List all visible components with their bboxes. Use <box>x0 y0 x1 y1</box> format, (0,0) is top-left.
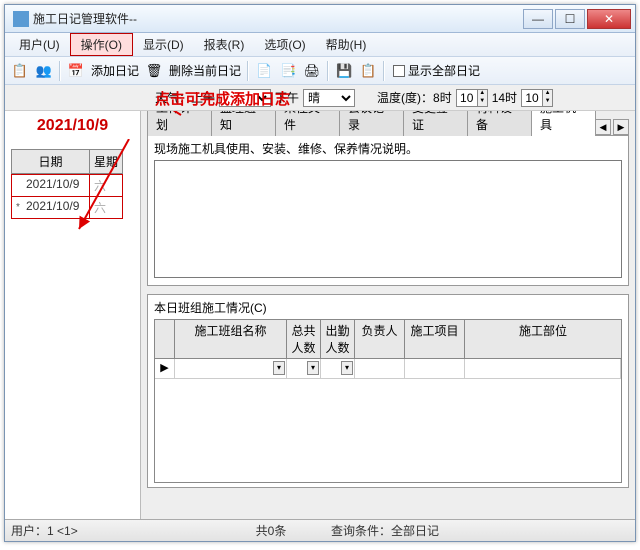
tab-supervise[interactable]: 监理通知 <box>211 111 276 136</box>
main-area: 2021/10/9 日期 星期 2021/10/9 六 *2021/10/9 六 <box>5 111 635 519</box>
date-grid: 日期 星期 2021/10/9 六 *2021/10/9 六 <box>11 149 134 219</box>
date-row[interactable]: *2021/10/9 六 <box>11 197 134 219</box>
panel1-title: 现场施工机具使用、安装、维修、保养情况说明。 <box>154 140 622 157</box>
tab-next-button[interactable]: ▶ <box>613 119 629 135</box>
current-date-display: 2021/10/9 <box>5 111 140 143</box>
tabs: 工作计划 监理通知 来往文件 会议记录 变更签证 材料设备 施工机具 ◀ ▶ <box>141 111 635 135</box>
toolbar: 📋 👥 📅 添加日记 🗑 删除当前日记 📄 📑 🖨 💾 📋 显示全部日记 <box>5 57 635 85</box>
delete-diary-label[interactable]: 删除当前日记 <box>167 62 243 79</box>
tool-icon-3[interactable]: 📅 <box>65 60 87 82</box>
tool-icon-4[interactable]: 📄 <box>253 60 275 82</box>
spinner-icon[interactable]: ▾ <box>341 361 353 375</box>
menu-options[interactable]: 选项(O) <box>254 34 315 55</box>
temp-14-spinner[interactable]: ▲▼ <box>521 89 553 107</box>
tool-icon-2[interactable]: 👥 <box>33 60 55 82</box>
show-all-label: 显示全部日记 <box>408 62 480 79</box>
window-buttons: — ☐ ✕ <box>523 9 631 29</box>
col-date: 日期 <box>11 149 89 174</box>
right-pane: 工作计划 监理通知 来往文件 会议记录 变更签证 材料设备 施工机具 ◀ ▶ 现… <box>141 111 635 519</box>
machinery-panel: 现场施工机具使用、安装、维修、保养情况说明。 <box>147 135 629 286</box>
menu-help[interactable]: 帮助(H) <box>316 34 377 55</box>
tool-icon-7[interactable]: 💾 <box>333 60 355 82</box>
tool-icon-1[interactable]: 📋 <box>9 60 31 82</box>
tab-meeting[interactable]: 会议记录 <box>339 111 404 136</box>
separator <box>383 61 385 81</box>
show-all-checkbox[interactable]: 显示全部日记 <box>389 62 484 79</box>
tab-nav: ◀ ▶ <box>595 119 635 135</box>
crew-panel: 本日班组施工情况(C) 施工班组名称 总共人数 出勤人数 负责人 施工项目 施工… <box>147 294 629 488</box>
tool-icon-8[interactable]: 📋 <box>357 60 379 82</box>
statusbar: 用户：1 <1> 共0条 查询条件：全部日记 <box>5 519 635 541</box>
crew-grid-body[interactable]: ▶ ▾ ▾ ▾ <box>154 359 622 483</box>
menu-user[interactable]: 用户(U) <box>9 34 70 55</box>
tab-prev-button[interactable]: ◀ <box>595 119 611 135</box>
weather-bar: 天气：上午 下午 晴 温度(度)：8时 ▲▼ 14时 ▲▼ 点击可完成添加日志 <box>5 85 635 111</box>
weather-label: 天气：上午 <box>155 89 215 106</box>
checkbox-icon <box>393 65 405 77</box>
menu-report[interactable]: 报表(R) <box>194 34 255 55</box>
weather-pm-label: 下午 <box>275 89 299 106</box>
crew-grid-header: 施工班组名称 总共人数 出勤人数 负责人 施工项目 施工部位 <box>154 319 622 359</box>
temp-14-label: 14时 <box>492 89 517 106</box>
status-user: 用户：1 <1> <box>11 522 211 539</box>
spinner-icon[interactable]: ▾ <box>307 361 319 375</box>
menu-operate[interactable]: 操作(O) <box>70 33 133 56</box>
app-icon <box>13 11 29 27</box>
tab-plan[interactable]: 工作计划 <box>147 111 212 136</box>
close-button[interactable]: ✕ <box>587 9 631 29</box>
weather-pm-select[interactable]: 晴 <box>303 89 355 107</box>
left-pane: 2021/10/9 日期 星期 2021/10/9 六 *2021/10/9 六 <box>5 111 141 519</box>
app-window: 施工日记管理软件-- — ☐ ✕ 用户(U) 操作(O) 显示(D) 报表(R)… <box>4 4 636 542</box>
tab-machinery[interactable]: 施工机具 <box>531 111 596 136</box>
menu-display[interactable]: 显示(D) <box>133 34 194 55</box>
separator <box>59 61 61 81</box>
col-weekday: 星期 <box>89 149 123 174</box>
tab-change[interactable]: 变更签证 <box>403 111 468 136</box>
tool-icon-5[interactable]: 📑 <box>277 60 299 82</box>
maximize-button[interactable]: ☐ <box>555 9 585 29</box>
temp-8-spinner[interactable]: ▲▼ <box>456 89 488 107</box>
titlebar: 施工日记管理软件-- — ☐ ✕ <box>5 5 635 33</box>
tool-icon-6[interactable]: 🖨 <box>301 60 323 82</box>
menubar: 用户(U) 操作(O) 显示(D) 报表(R) 选项(O) 帮助(H) <box>5 33 635 57</box>
date-grid-header: 日期 星期 <box>11 149 134 174</box>
separator <box>247 61 249 81</box>
add-diary-label[interactable]: 添加日记 <box>89 62 141 79</box>
dropdown-icon[interactable]: ▾ <box>273 361 285 375</box>
temp-label: 温度(度)：8时 <box>377 89 452 106</box>
status-count: 共0条 <box>211 522 331 539</box>
weather-am-select[interactable] <box>219 89 271 107</box>
delete-icon[interactable]: 🗑 <box>143 60 165 82</box>
status-filter: 查询条件：全部日记 <box>331 522 629 539</box>
tab-material[interactable]: 材料设备 <box>467 111 532 136</box>
date-row[interactable]: 2021/10/9 六 <box>11 174 134 197</box>
minimize-button[interactable]: — <box>523 9 553 29</box>
machinery-textarea[interactable] <box>154 160 622 278</box>
panel2-title: 本日班组施工情况(C) <box>154 299 622 316</box>
window-title: 施工日记管理软件-- <box>33 10 523 27</box>
separator <box>327 61 329 81</box>
crew-row[interactable]: ▶ ▾ ▾ ▾ <box>155 359 621 379</box>
tab-files[interactable]: 来往文件 <box>275 111 340 136</box>
